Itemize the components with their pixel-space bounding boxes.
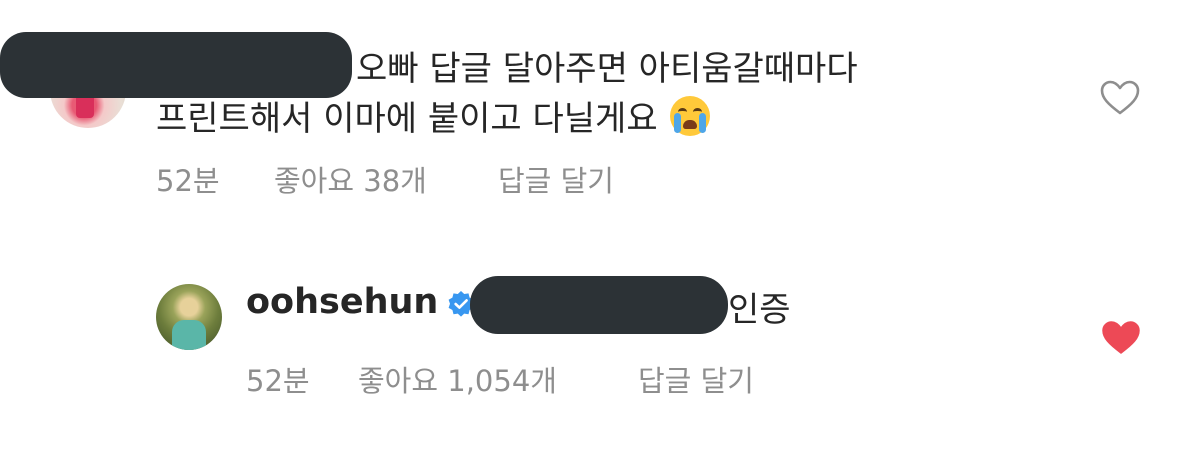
comment-username[interactable]: oohsehun — [246, 282, 438, 322]
comment-text-line2: 프린트해서 이마에 붙이고 다닐게요 — [156, 99, 658, 139]
comment-text-line1: 오빠 답글 달아주면 아티움갈때마다 — [356, 49, 858, 89]
reply-button[interactable]: 답글 달기 — [638, 358, 754, 400]
comment-time: 52분 — [246, 364, 310, 398]
like-count-button[interactable]: 좋아요 38개 — [274, 158, 427, 200]
comment-time: 52분 — [156, 164, 220, 198]
comment-text: 인증 — [728, 290, 791, 330]
comment-text: 오빠 답글 달아주면 아티움갈때마다 프린트해서 이마에 붙이고 다닐게요 — [156, 44, 1056, 144]
like-count-button[interactable]: 좋아요 1,054개 — [358, 358, 557, 400]
crying-face-emoji-icon — [670, 96, 711, 136]
heart-outline-icon[interactable] — [1100, 80, 1140, 116]
reply-button[interactable]: 답글 달기 — [498, 158, 614, 200]
redacted-text — [470, 276, 728, 334]
heart-filled-icon[interactable] — [1101, 320, 1141, 356]
oohsehun-avatar[interactable] — [156, 284, 222, 350]
